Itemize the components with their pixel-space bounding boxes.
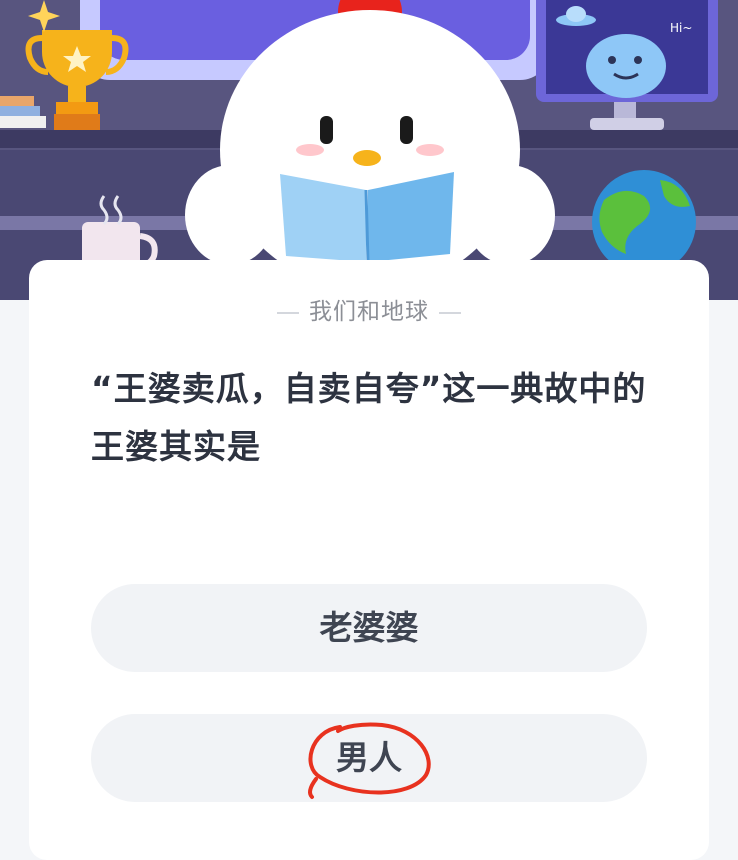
answer-option-label: 老婆婆 (319, 608, 419, 647)
quiz-category-label: 我们和地球 (309, 299, 429, 325)
classroom-scene: Hi~ (0, 0, 738, 300)
answer-option-1[interactable]: 老婆婆 (91, 584, 647, 672)
quiz-card: 我们和地球 “王婆卖瓜，自卖自夸”这一典故中的王婆其实是 老婆婆 男人 (29, 260, 709, 860)
divider-left (277, 311, 299, 314)
quiz-category: 我们和地球 (29, 292, 709, 326)
header-illustration: Hi~ (0, 0, 738, 300)
answer-option-label: 男人 (336, 738, 402, 777)
alien-speech-text: Hi~ (670, 21, 692, 35)
divider-right (439, 311, 461, 314)
globe-icon (592, 170, 696, 274)
answer-option-2[interactable]: 男人 (91, 714, 647, 802)
question-text: “王婆卖瓜，自卖自夸”这一典故中的王婆其实是 (91, 369, 647, 466)
